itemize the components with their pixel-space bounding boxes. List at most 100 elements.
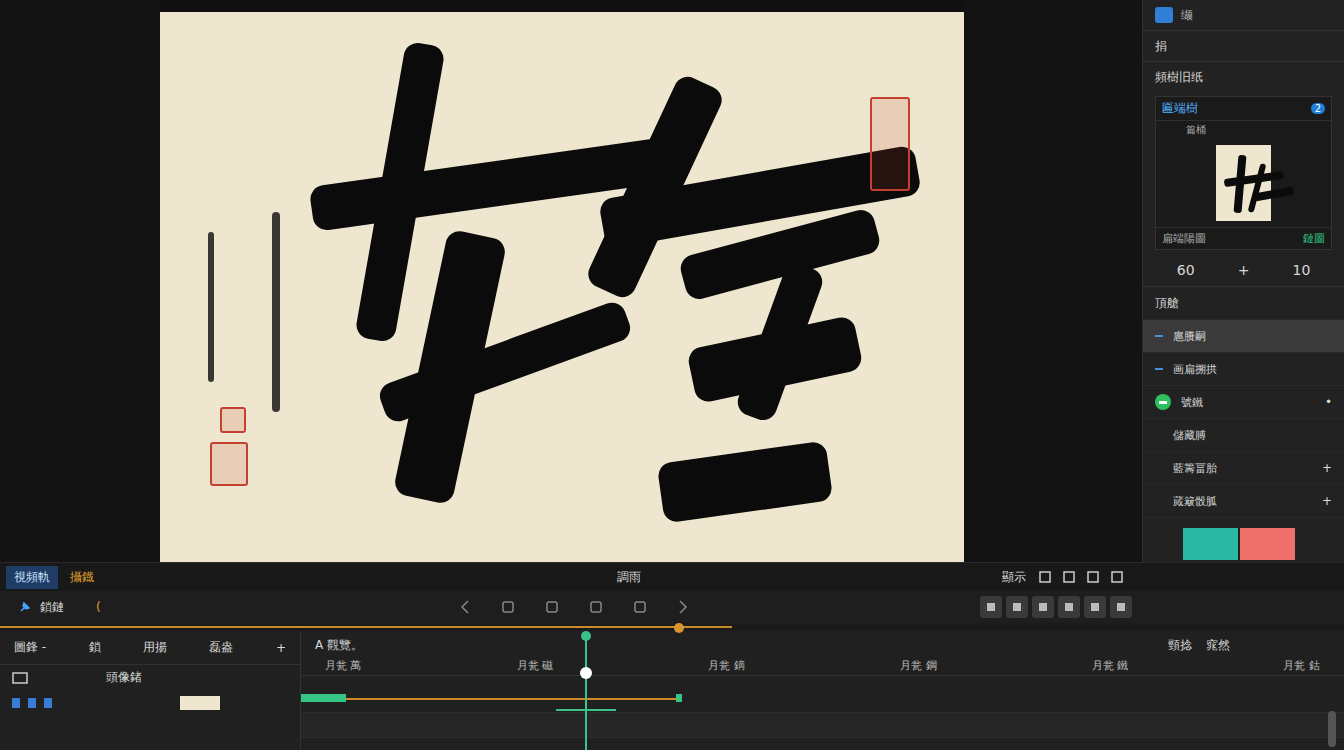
control-icon[interactable] — [588, 599, 604, 615]
header-item[interactable]: 圖鋒 - — [14, 639, 46, 656]
list-item[interactable]: 画扁搠拱 — [1143, 353, 1344, 386]
clip[interactable] — [301, 698, 676, 700]
list-title: 頂艙 — [1143, 287, 1344, 320]
section-title: 頻樹旧纸 — [1143, 62, 1344, 92]
list-item[interactable]: 儲藏膊 — [1143, 419, 1344, 452]
list-item[interactable]: 扈賸嗣 — [1143, 320, 1344, 353]
preset-thumbnail[interactable] — [1216, 145, 1271, 221]
scrub-fill — [0, 626, 732, 628]
tool-icon[interactable] — [1089, 601, 1101, 613]
tool-button[interactable] — [1110, 596, 1132, 618]
transport-label: 鎖鏈 — [40, 599, 64, 616]
ruler-title-row: A 觀覽。頸捻窕然 — [301, 631, 1344, 656]
viewer-gap — [964, 0, 1142, 562]
tool-icon[interactable] — [1037, 601, 1049, 613]
item-action[interactable]: + — [1322, 461, 1332, 475]
ruler-option[interactable]: 頸捻 — [1168, 637, 1192, 654]
transport-bar: 鎖鏈 ( — [0, 591, 1344, 623]
item-label: 藍籌畐胎 — [1173, 461, 1217, 476]
playhead-knob[interactable] — [580, 667, 592, 679]
viewer-strip — [160, 0, 964, 12]
track-toggle[interactable] — [28, 698, 36, 708]
header-item[interactable]: 鎖 — [89, 639, 101, 656]
dash-icon — [1155, 335, 1163, 337]
panel-field[interactable]: 捐 — [1143, 31, 1344, 62]
control-icon[interactable] — [500, 599, 516, 615]
list-item[interactable]: 藍籌畐胎 + — [1143, 452, 1344, 485]
viewer-tool-icon[interactable] — [1086, 570, 1100, 584]
transport-tools — [980, 596, 1132, 618]
viewer-tool-icon[interactable] — [1062, 570, 1076, 584]
control-icon[interactable] — [632, 599, 648, 615]
viewer-tool-icon[interactable] — [1110, 570, 1124, 584]
panel-icon[interactable] — [1155, 7, 1173, 23]
field-value: 捐 — [1155, 38, 1167, 55]
header-item[interactable]: 用揚 — [143, 639, 167, 656]
track-toggle[interactable] — [12, 698, 20, 708]
viewer-display[interactable]: 顯示 — [1002, 569, 1026, 586]
toggle[interactable] — [1155, 394, 1171, 410]
viewer-icons — [1038, 570, 1124, 584]
timeline-area: A 觀覽。頸捻窕然月瓮 萬月瓮 磁月瓮 鏑月瓮 鋼月瓮 鐵月瓮 鈷 — [301, 631, 1344, 750]
stepper-value[interactable]: 10 — [1293, 262, 1311, 278]
ruler-label: 月瓮 鐵 — [1092, 658, 1129, 673]
item-label: 扈賸嗣 — [1173, 329, 1206, 344]
transport-left: 鎖鏈 ( — [0, 599, 458, 616]
tool-icon[interactable] — [1011, 601, 1023, 613]
ruler-option[interactable]: 窕然 — [1206, 637, 1230, 654]
tool-button[interactable] — [1006, 596, 1028, 618]
viewer-tool-icon[interactable] — [1038, 570, 1052, 584]
time-ruler: 月瓮 萬月瓮 磁月瓮 鏑月瓮 鋼月瓮 鐵月瓮 鈷 — [301, 656, 1344, 676]
next-icon[interactable] — [676, 599, 690, 615]
tool-button[interactable] — [980, 596, 1002, 618]
in-marker[interactable]: ( — [96, 600, 101, 614]
film-icon[interactable] — [12, 671, 28, 685]
item-action[interactable]: • — [1325, 395, 1332, 409]
stepper-value[interactable]: 60 — [1177, 262, 1195, 278]
timeline-header: 圖鋒 - 鎖 用揚 磊盎 + — [0, 631, 300, 665]
tool-button[interactable] — [1032, 596, 1054, 618]
previous-icon[interactable] — [458, 599, 472, 615]
color-swatch[interactable] — [1183, 528, 1238, 560]
list-item[interactable]: 蕆簸骰胍+ — [1143, 485, 1344, 518]
ruler-label: 月瓮 萬 — [325, 658, 362, 673]
card-header: 匾端樹2 — [1156, 97, 1331, 121]
playhead-top — [581, 631, 591, 641]
viewer-tab[interactable]: 視頻軌 — [6, 566, 58, 589]
pin-icon[interactable] — [18, 600, 32, 614]
clip-head — [301, 694, 346, 702]
tool-button[interactable] — [1058, 596, 1080, 618]
audio-track — [301, 713, 1344, 738]
preview-frame — [160, 12, 964, 562]
track-header[interactable] — [0, 690, 300, 716]
tool-icon[interactable] — [985, 601, 997, 613]
item-label: 號鐵 — [1181, 395, 1203, 410]
list-item[interactable]: 號鐵 • — [1143, 386, 1344, 419]
playhead[interactable] — [585, 639, 587, 750]
dash-icon — [1155, 368, 1163, 370]
tool-icon[interactable] — [1115, 601, 1127, 613]
viewer-bar: 視頻軌攝鐡調雨顯示 — [0, 562, 1344, 591]
playhead-crossbar — [556, 709, 616, 711]
stepper-value[interactable]: + — [1238, 262, 1250, 278]
viewer-tab[interactable]: 攝鐡 — [62, 566, 102, 589]
ruler-right: 頸捻窕然 — [1168, 637, 1230, 654]
card-footer: 扁端陽圖鏈圖 — [1156, 227, 1331, 249]
control-icon[interactable] — [544, 599, 560, 615]
item-action[interactable]: + — [1322, 494, 1332, 508]
preset-card[interactable]: 匾端樹2篇桶扁端陽圖鏈圖 — [1155, 96, 1332, 250]
panel-tab[interactable]: 缬 — [1181, 7, 1193, 24]
scrub-knob[interactable] — [674, 623, 684, 633]
tool-button[interactable] — [1084, 596, 1106, 618]
tool-icon[interactable] — [1063, 601, 1075, 613]
ruler-label: 月瓮 磁 — [517, 658, 554, 673]
header-item[interactable]: 磊盎 — [209, 639, 233, 656]
track-header[interactable]: 頭像鍺 — [0, 665, 300, 690]
ruler-label: 月瓮 鋼 — [900, 658, 937, 673]
scrub-track[interactable] — [0, 623, 1344, 631]
header-item[interactable]: + — [276, 641, 286, 655]
left-margin — [0, 0, 160, 562]
track-toggle[interactable] — [44, 698, 52, 708]
scrollbar[interactable] — [1328, 711, 1336, 747]
color-swatch[interactable] — [1240, 528, 1295, 560]
